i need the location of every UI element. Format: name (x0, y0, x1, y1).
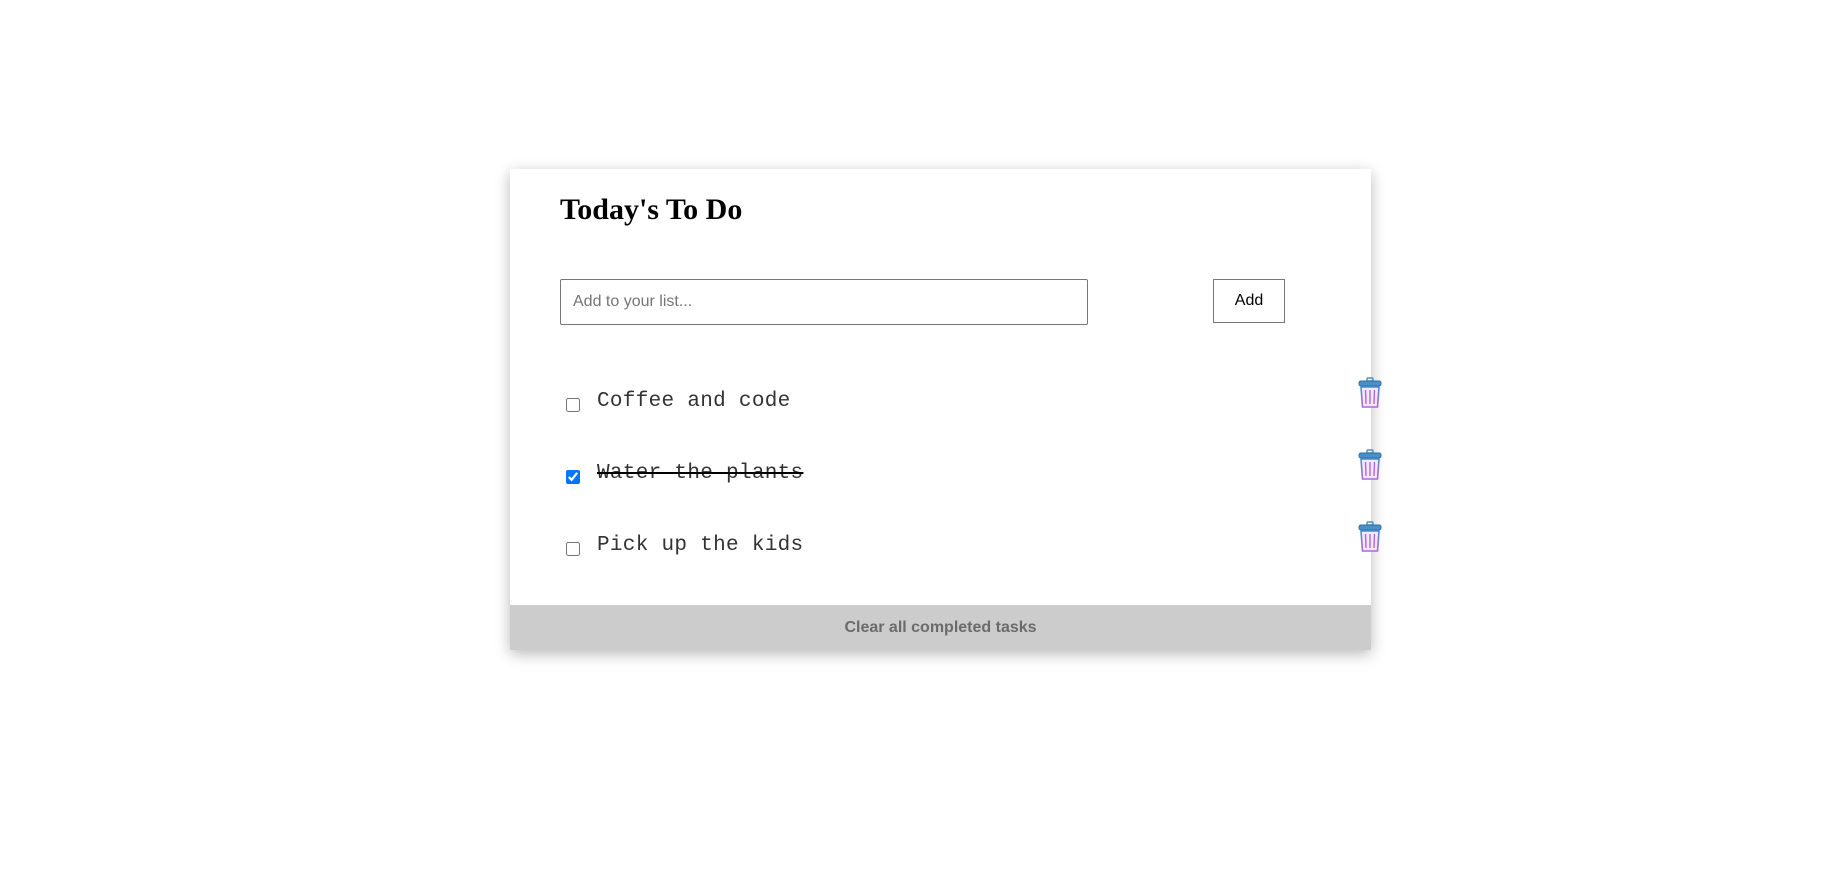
task-label: Pick up the kids (597, 534, 804, 557)
delete-task-button[interactable] (1356, 449, 1384, 481)
task-checkbox[interactable] (566, 398, 580, 412)
trash-can-icon (1356, 449, 1384, 481)
todo-card: Today's To Do Add Coffee and code Water … (510, 169, 1382, 650)
clear-completed-button[interactable]: Clear all completed tasks (510, 605, 1371, 650)
task-item: Pick up the kids (560, 513, 1382, 585)
task-checkbox[interactable] (566, 542, 580, 556)
trash-can-icon (1356, 377, 1384, 409)
task-item: Coffee and code (560, 369, 1382, 441)
task-list: Coffee and code Water the plants Pick up… (560, 369, 1382, 585)
trash-can-icon (1356, 521, 1384, 553)
task-checkbox[interactable] (566, 470, 580, 484)
new-task-input[interactable] (560, 279, 1088, 325)
task-item: Water the plants (560, 441, 1382, 513)
delete-task-button[interactable] (1356, 521, 1384, 553)
task-label: Coffee and code (597, 390, 791, 413)
page-title: Today's To Do (560, 193, 743, 226)
task-label: Water the plants (597, 462, 804, 485)
delete-task-button[interactable] (1356, 377, 1384, 409)
add-task-button[interactable]: Add (1213, 279, 1285, 323)
